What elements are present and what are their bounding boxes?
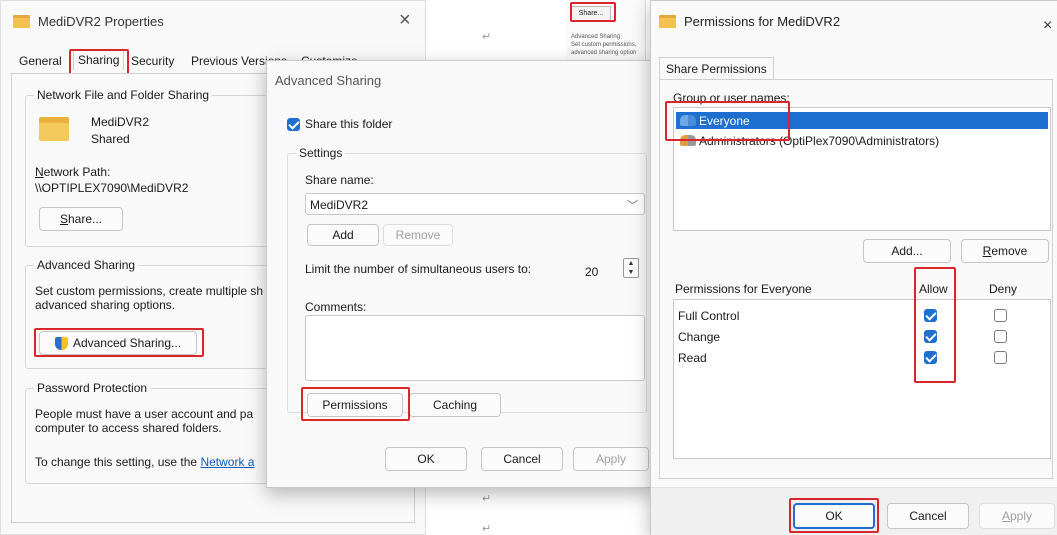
permission-row-read: Read xyxy=(678,349,1048,367)
permissions-ok-button[interactable]: OK xyxy=(793,503,875,529)
permissions-apply-button[interactable]: Apply xyxy=(979,503,1055,529)
tab-share-permissions[interactable]: Share Permissions xyxy=(659,57,774,80)
bg-doc-small-text-1: Advanced Sharing xyxy=(571,34,621,40)
properties-close-button[interactable]: × xyxy=(399,9,411,32)
advanced-apply-button[interactable]: Apply xyxy=(573,447,649,471)
bg-doc-share-button: Share... xyxy=(571,6,611,21)
share-this-folder-row[interactable]: Share this folder xyxy=(287,117,392,131)
folder-icon xyxy=(13,14,30,28)
user-list: Everyone Administrators (OptiPlex7090\Ad… xyxy=(673,107,1051,231)
permissions-list: Full Control Change Read xyxy=(673,299,1051,459)
tab-sharing[interactable]: Sharing xyxy=(73,49,125,70)
password-change-text: To change this setting, use the Network … xyxy=(35,455,255,469)
tab-security[interactable]: Security xyxy=(127,51,178,71)
advanced-ok-button[interactable]: OK xyxy=(385,447,467,471)
share-name-dropdown[interactable]: MediDVR2 ﹀ xyxy=(305,193,645,215)
permissions-close-button[interactable]: × xyxy=(1043,17,1052,35)
folder-icon xyxy=(659,14,676,28)
share-this-folder-checkbox[interactable] xyxy=(287,117,300,131)
permissions-for-label: Permissions for Everyone xyxy=(675,282,812,296)
permission-name: Full Control xyxy=(678,309,740,323)
advanced-sharing-description-1: Set custom permissions, create multiple … xyxy=(35,284,264,298)
advanced-sharing-button[interactable]: Advanced Sharing... xyxy=(39,331,197,355)
chevron-down-icon: ﹀ xyxy=(627,200,638,212)
bg-doc-thumbnail: Share... Advanced Sharing Set custom per… xyxy=(566,0,646,60)
settings-title: Settings xyxy=(296,146,346,160)
permissions-dialog: Permissions for MediDVR2 × Share Permiss… xyxy=(650,0,1057,535)
password-text-1: People must have a user account and pa xyxy=(35,407,254,421)
permission-name: Change xyxy=(678,330,721,344)
caching-button[interactable]: Caching xyxy=(409,393,501,417)
share-this-folder-label: Share this folder xyxy=(305,117,393,131)
properties-title: MediDVR2 Properties xyxy=(38,13,164,29)
permissions-title: Permissions for MediDVR2 xyxy=(684,13,841,29)
password-protection-title: Password Protection xyxy=(34,381,151,395)
properties-titlebar: MediDVR2 Properties xyxy=(1,1,425,41)
advanced-sharing-description-2: advanced sharing options. xyxy=(35,298,176,312)
permission-row-full-control: Full Control xyxy=(678,307,1048,325)
return-mark-3: ↵ xyxy=(482,493,492,505)
deny-full-control-checkbox[interactable] xyxy=(994,309,1007,322)
allow-read-checkbox[interactable] xyxy=(924,351,937,364)
bg-doc-small-text-3: advanced sharing option xyxy=(571,50,637,56)
deny-read-checkbox[interactable] xyxy=(994,351,1007,364)
advanced-cancel-button[interactable]: Cancel xyxy=(481,447,563,471)
advanced-dialog-title: Advanced Sharing xyxy=(275,73,382,88)
users-group-icon xyxy=(680,115,696,126)
network-path-label: Network Path: xyxy=(35,165,111,179)
return-mark-4: ↵ xyxy=(482,523,492,535)
return-mark-1: ↵ xyxy=(482,31,492,43)
share-name-label: Share name: xyxy=(305,173,374,187)
uac-shield-icon xyxy=(54,336,68,350)
limit-users-spinner[interactable]: 20 ▲ ▼ xyxy=(579,258,641,282)
share-button[interactable]: Share... xyxy=(39,207,123,231)
network-and-sharing-link[interactable]: Network a xyxy=(200,455,254,469)
allow-full-control-checkbox[interactable] xyxy=(924,309,937,322)
permission-row-change: Change xyxy=(678,328,1048,346)
allow-header: Allow xyxy=(919,282,948,296)
folder-name: MediDVR2 xyxy=(91,115,150,129)
limit-users-label: Limit the number of simultaneous users t… xyxy=(305,262,532,276)
network-path-value: \\OPTIPLEX7090\MediDVR2 xyxy=(35,181,189,195)
add-share-button[interactable]: Add xyxy=(307,224,379,246)
permissions-titlebar: Permissions for MediDVR2 xyxy=(651,1,1057,41)
share-name-value: MediDVR2 xyxy=(310,198,369,212)
advanced-sharing-title: Advanced Sharing xyxy=(34,258,139,272)
remove-share-button[interactable]: Remove xyxy=(383,224,453,246)
user-item-everyone[interactable]: Everyone xyxy=(676,112,1048,129)
deny-header: Deny xyxy=(989,282,1018,296)
tab-general[interactable]: General xyxy=(15,51,66,71)
advanced-sharing-dialog: Advanced Sharing Share this folder Setti… xyxy=(266,60,654,488)
permission-name: Read xyxy=(678,351,707,365)
shared-folder-icon xyxy=(39,117,69,141)
group-or-user-label: Group or user names: xyxy=(673,91,790,105)
admin-group-icon xyxy=(680,135,696,146)
remove-user-button[interactable]: Remove xyxy=(961,239,1049,263)
allow-change-checkbox[interactable] xyxy=(924,330,937,343)
permissions-cancel-button[interactable]: Cancel xyxy=(887,503,969,529)
add-user-button[interactable]: Add... xyxy=(863,239,951,263)
limit-users-value: 20 xyxy=(585,265,599,279)
comments-label: Comments: xyxy=(305,300,367,314)
password-text-2: computer to access shared folders. xyxy=(35,421,222,435)
folder-status: Shared xyxy=(91,132,130,146)
user-item-administrators[interactable]: Administrators (OptiPlex7090\Administrat… xyxy=(676,132,939,149)
network-sharing-title: Network File and Folder Sharing xyxy=(34,88,213,102)
deny-change-checkbox[interactable] xyxy=(994,330,1007,343)
comments-textarea[interactable] xyxy=(305,315,645,381)
spinner-arrows-icon[interactable]: ▲ ▼ xyxy=(623,258,639,278)
bg-doc-small-text-2: Set custom permissions, xyxy=(571,42,637,48)
permissions-button[interactable]: Permissions xyxy=(307,393,403,417)
